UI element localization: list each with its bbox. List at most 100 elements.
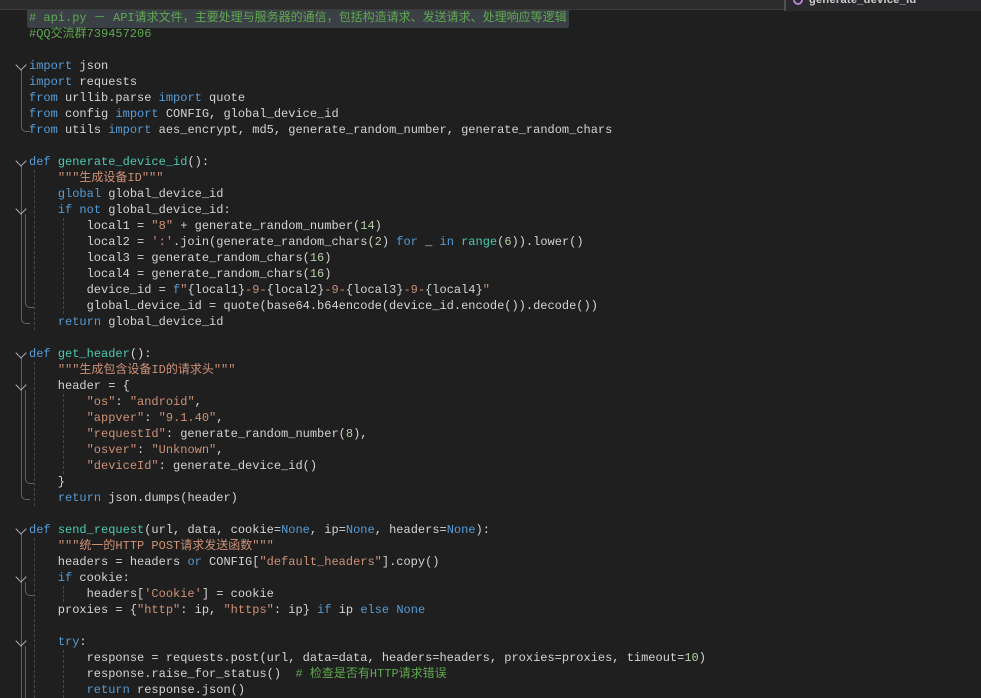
code-line[interactable]: "osver": "Unknown", <box>0 442 981 458</box>
code-token: {local3} <box>346 283 404 297</box>
code-token: global_device_id = quote(base64.b64encod… <box>29 299 598 313</box>
code-line[interactable]: import json <box>0 58 981 74</box>
code-token: , <box>216 411 223 425</box>
autocomplete-suggestion-label: generate_device_id <box>809 0 917 6</box>
code-token: global_device_id: <box>101 203 231 217</box>
code-line[interactable] <box>0 42 981 58</box>
code-token: None <box>396 603 425 617</box>
code-token <box>29 635 58 649</box>
code-line[interactable]: proxies = {"http": ip, "https": ip} if i… <box>0 602 981 618</box>
code-line[interactable]: } <box>0 474 981 490</box>
code-line[interactable]: device_id = f"{local1}-9-{local2}-9-{loc… <box>0 282 981 298</box>
fold-chevron-down-icon[interactable] <box>15 523 26 534</box>
code-line[interactable]: local3 = generate_random_chars(16) <box>0 250 981 266</box>
code-line[interactable]: local4 = generate_random_chars(16) <box>0 266 981 282</box>
code-line[interactable]: #QQ交流群739457206 <box>0 26 981 42</box>
code-token: 10 <box>684 651 698 665</box>
code-token: , <box>216 443 223 457</box>
code-line[interactable]: "appver": "9.1.40", <box>0 410 981 426</box>
code-line-text: response = requests.post(url, data=data,… <box>29 650 706 666</box>
code-line[interactable]: "deviceId": generate_device_id() <box>0 458 981 474</box>
code-line[interactable]: """统一的HTTP POST请求发送函数""" <box>0 538 981 554</box>
code-line[interactable] <box>0 506 981 522</box>
code-token: ].copy() <box>382 555 440 569</box>
code-line-text: local3 = generate_random_chars(16) <box>29 250 331 266</box>
code-line[interactable]: from urllib.parse import quote <box>0 90 981 106</box>
code-token: "http" <box>137 603 180 617</box>
code-token: : ip} <box>274 603 317 617</box>
code-token: utils <box>58 123 108 137</box>
fold-chevron-down-icon[interactable] <box>15 347 26 358</box>
code-token: " <box>483 283 490 297</box>
code-token: 16 <box>310 251 324 265</box>
code-line[interactable]: return json.dumps(header) <box>0 490 981 506</box>
code-line[interactable]: "os": "android", <box>0 394 981 410</box>
code-line[interactable]: if cookie: <box>0 570 981 586</box>
code-token: "9.1.40" <box>159 411 217 425</box>
code-token: get_header <box>58 347 130 361</box>
code-editor-surface[interactable]: # api.py － API请求文件，主要处理与服务器的通信，包括构造请求、发送… <box>0 10 981 698</box>
code-line[interactable]: """生成包含设备ID的请求头""" <box>0 362 981 378</box>
code-token: response.json() <box>130 683 245 697</box>
code-line[interactable]: return response.json() <box>0 682 981 698</box>
code-line[interactable]: headers['Cookie'] = cookie <box>0 586 981 602</box>
code-token: return <box>58 315 101 329</box>
code-line[interactable]: import requests <box>0 74 981 90</box>
code-line[interactable]: try: <box>0 634 981 650</box>
code-line-text: response.raise_for_status() # 检查是否有HTTP请… <box>29 666 447 682</box>
fold-chevron-down-icon[interactable] <box>15 571 26 582</box>
code-line[interactable] <box>0 138 981 154</box>
fold-chevron-down-icon[interactable] <box>15 203 26 214</box>
fold-chevron-down-icon[interactable] <box>15 155 26 166</box>
code-line-text: return response.json() <box>29 682 245 698</box>
code-token: def <box>29 155 51 169</box>
code-token: ): <box>476 523 490 537</box>
code-token: json.dumps(header) <box>101 491 238 505</box>
autocomplete-suggestion-item[interactable]: generate_device_id <box>793 0 917 6</box>
code-line-text: proxies = {"http": ip, "https": ip} if i… <box>29 602 425 618</box>
code-line-text: """生成包含设备ID的请求头""" <box>29 362 235 378</box>
code-line[interactable]: return global_device_id <box>0 314 981 330</box>
code-line[interactable]: if not global_device_id: <box>0 202 981 218</box>
code-token: device_id = <box>29 283 173 297</box>
code-line[interactable]: global_device_id = quote(base64.b64encod… <box>0 298 981 314</box>
fold-chevron-down-icon[interactable] <box>15 59 26 70</box>
code-token: {local1} <box>187 283 245 297</box>
code-line[interactable]: response = requests.post(url, data=data,… <box>0 650 981 666</box>
code-token: 16 <box>310 267 324 281</box>
fold-chevron-down-icon[interactable] <box>15 379 26 390</box>
code-token: } <box>29 475 65 489</box>
code-line-text: local1 = "8" + generate_random_number(14… <box>29 218 382 234</box>
code-token: json <box>72 59 108 73</box>
code-line[interactable] <box>0 330 981 346</box>
code-line[interactable]: def send_request(url, data, cookie=None,… <box>0 522 981 538</box>
autocomplete-popup-fragment[interactable]: generate_device_id <box>784 0 981 11</box>
code-line[interactable]: local2 = ':'.join(generate_random_chars(… <box>0 234 981 250</box>
code-token: "appver" <box>87 411 145 425</box>
code-token: : <box>115 395 129 409</box>
code-token: generate_device_id <box>58 155 188 169</box>
code-line-text: "osver": "Unknown", <box>29 442 223 458</box>
code-token: return <box>58 491 101 505</box>
code-token: 8 <box>346 427 353 441</box>
code-token <box>29 203 58 217</box>
code-line[interactable]: def generate_device_id(): <box>0 154 981 170</box>
code-line[interactable]: local1 = "8" + generate_random_number(14… <box>0 218 981 234</box>
code-line[interactable]: headers = headers or CONFIG["default_hea… <box>0 554 981 570</box>
code-line[interactable]: from config import CONFIG, global_device… <box>0 106 981 122</box>
code-line[interactable]: response.raise_for_status() # 检查是否有HTTP请… <box>0 666 981 682</box>
code-token: "requestId" <box>87 427 166 441</box>
code-line[interactable]: from utils import aes_encrypt, md5, gene… <box>0 122 981 138</box>
code-line[interactable]: # api.py － API请求文件，主要处理与服务器的通信，包括构造请求、发送… <box>0 10 981 26</box>
code-line[interactable]: def get_header(): <box>0 346 981 362</box>
code-line-text: try: <box>29 634 87 650</box>
code-line[interactable]: header = { <box>0 378 981 394</box>
code-token: .join(generate_random_chars( <box>173 235 375 249</box>
code-line[interactable]: """生成设备ID""" <box>0 170 981 186</box>
code-line[interactable] <box>0 618 981 634</box>
fold-chevron-down-icon[interactable] <box>15 635 26 646</box>
code-token: None <box>447 523 476 537</box>
code-line[interactable]: "requestId": generate_random_number(8), <box>0 426 981 442</box>
code-line[interactable]: global global_device_id <box>0 186 981 202</box>
code-token: proxies = { <box>29 603 137 617</box>
